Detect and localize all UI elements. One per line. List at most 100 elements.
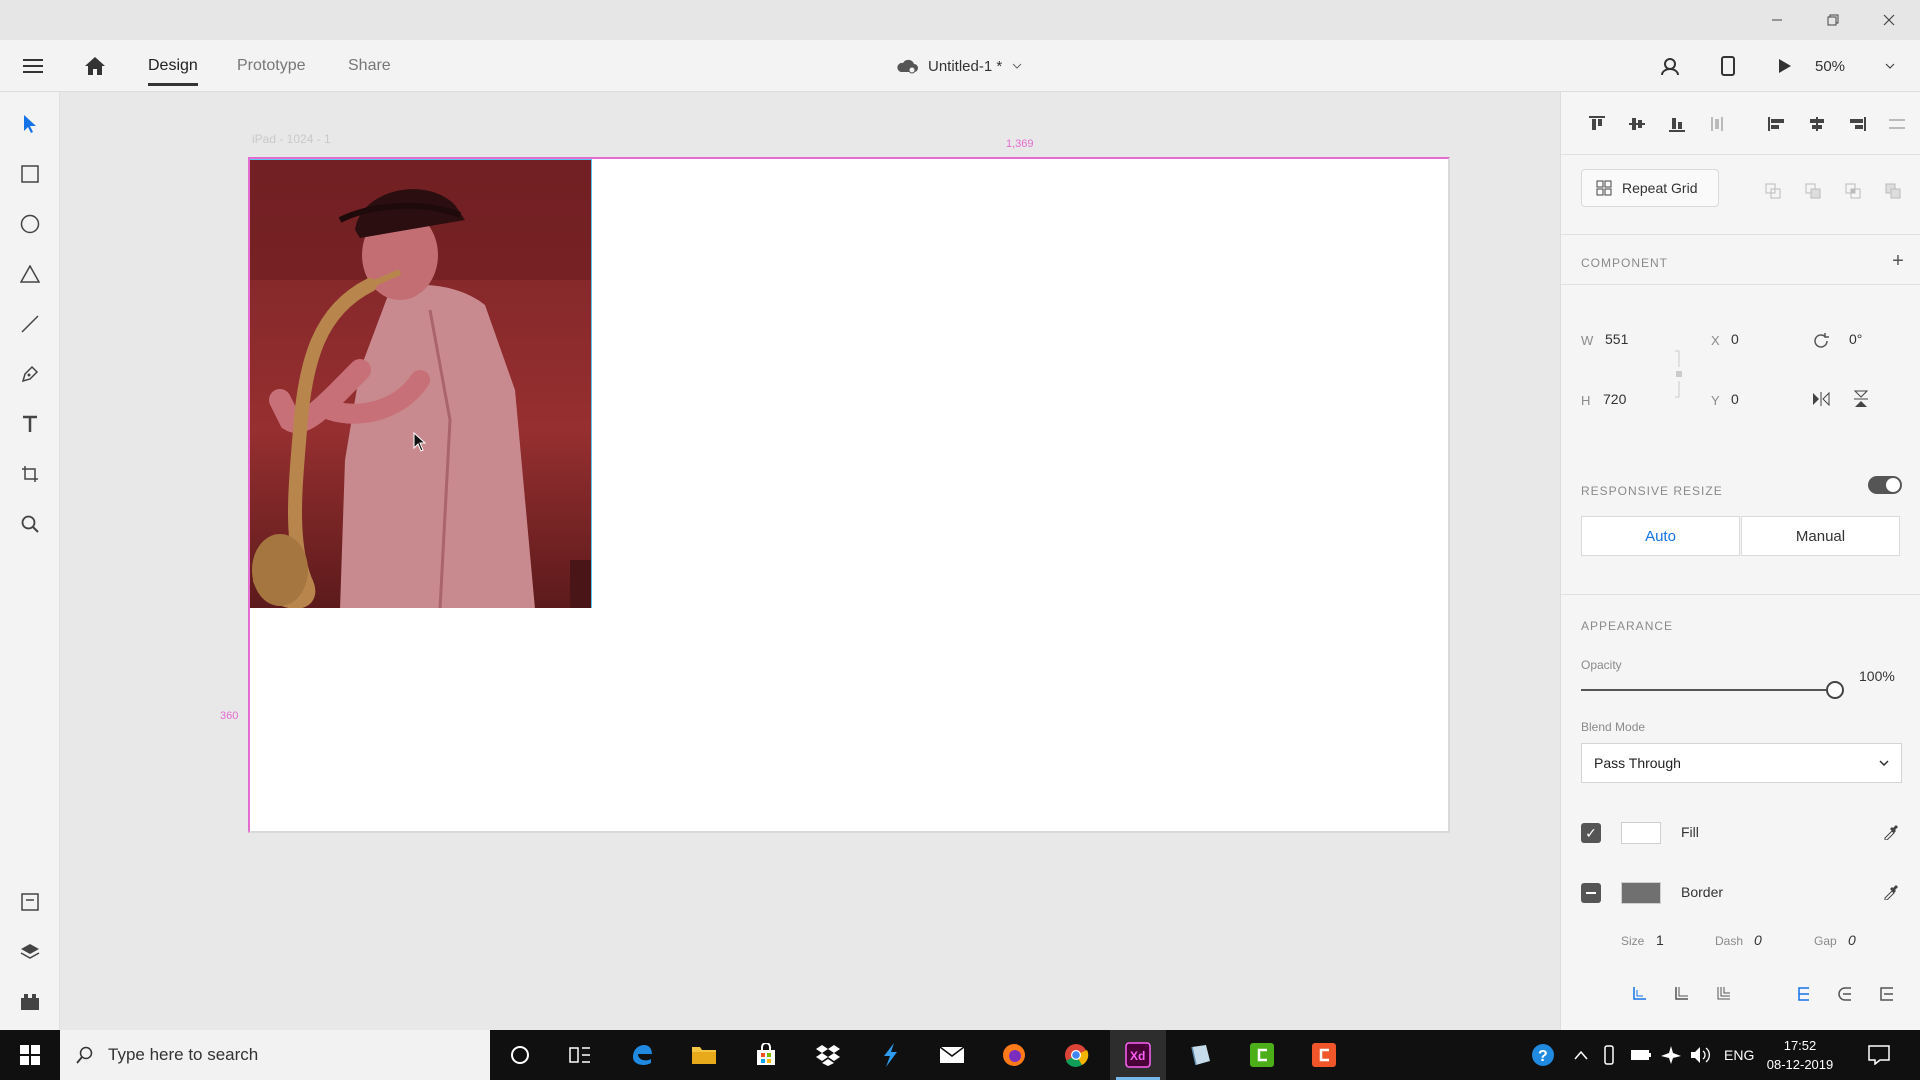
cap-round-button[interactable] xyxy=(1833,982,1857,1006)
distribute-vertical-button[interactable] xyxy=(1705,112,1729,136)
firefox-button[interactable] xyxy=(986,1030,1042,1080)
border-checkbox[interactable] xyxy=(1581,883,1601,903)
align-center-button[interactable] xyxy=(1805,112,1829,136)
plugins-panel-button[interactable] xyxy=(10,982,50,1022)
polygon-tool[interactable] xyxy=(10,254,50,294)
resize-auto-button[interactable]: Auto xyxy=(1581,516,1740,556)
responsive-resize-toggle[interactable] xyxy=(1868,476,1902,494)
share-user-button[interactable] xyxy=(1655,40,1685,92)
design-canvas[interactable]: iPad - 1024 - 1 1,369 360 xyxy=(60,92,1560,1030)
network-tray-icon[interactable] xyxy=(1660,1030,1682,1080)
show-hidden-icons-button[interactable] xyxy=(1574,1030,1588,1080)
lock-aspect-icon[interactable] xyxy=(1673,349,1685,399)
align-middle-button[interactable] xyxy=(1625,112,1649,136)
battery-tray-icon[interactable] xyxy=(1630,1030,1652,1080)
rectangle-tool[interactable] xyxy=(10,154,50,194)
dropbox-button[interactable] xyxy=(800,1030,856,1080)
text-tool[interactable] xyxy=(10,404,50,444)
repeat-grid-button[interactable]: Repeat Grid xyxy=(1581,169,1719,207)
tab-prototype[interactable]: Prototype xyxy=(237,40,305,92)
flip-horizontal-button[interactable] xyxy=(1810,389,1832,409)
opacity-slider-track[interactable] xyxy=(1581,689,1835,691)
align-top-button[interactable] xyxy=(1585,112,1609,136)
cap-butt-button[interactable] xyxy=(1791,982,1815,1006)
line-tool[interactable] xyxy=(10,304,50,344)
assets-panel-button[interactable] xyxy=(10,882,50,922)
zoom-tool[interactable] xyxy=(10,504,50,544)
taskbar-clock[interactable]: 17:52 08-12-2019 xyxy=(1755,1036,1845,1074)
volume-tray-icon[interactable] xyxy=(1690,1030,1712,1080)
fill-checkbox[interactable]: ✓ xyxy=(1581,823,1601,843)
rotation-input[interactable]: 0° xyxy=(1849,331,1862,347)
minimize-button[interactable] xyxy=(1754,0,1800,40)
distribute-horizontal-button[interactable] xyxy=(1885,112,1909,136)
fill-eyedropper-button[interactable] xyxy=(1879,820,1903,844)
close-button[interactable] xyxy=(1866,0,1912,40)
layers-panel-button[interactable] xyxy=(10,932,50,972)
resize-manual-button[interactable]: Manual xyxy=(1741,516,1900,556)
boolean-add-button[interactable] xyxy=(1761,181,1785,201)
cortana-button[interactable] xyxy=(492,1030,548,1080)
restore-button[interactable] xyxy=(1810,0,1856,40)
select-tool[interactable] xyxy=(10,104,50,144)
tab-share[interactable]: Share xyxy=(348,40,391,92)
property-inspector: Repeat Grid COMPONENT + W 551 H 720 X 0 … xyxy=(1560,92,1920,1030)
flip-vertical-icon xyxy=(1854,390,1868,407)
zoom-control[interactable]: 50% xyxy=(1815,40,1895,92)
store-button[interactable] xyxy=(738,1030,794,1080)
border-eyedropper-button[interactable] xyxy=(1879,880,1903,904)
border-center-button[interactable] xyxy=(1711,982,1735,1006)
artboard-tool[interactable] xyxy=(10,454,50,494)
boolean-exclude-button[interactable] xyxy=(1881,181,1905,201)
home-button[interactable] xyxy=(80,40,110,92)
boolean-intersect-button[interactable] xyxy=(1841,181,1865,201)
device-preview-button[interactable] xyxy=(1713,40,1743,92)
border-color-swatch[interactable] xyxy=(1621,882,1661,904)
language-indicator[interactable]: ENG xyxy=(1724,1030,1754,1080)
notes-app-button[interactable] xyxy=(1172,1030,1228,1080)
vs-code-button[interactable] xyxy=(862,1030,918,1080)
artboard-label[interactable]: iPad - 1024 - 1 xyxy=(252,132,331,146)
task-view-button[interactable] xyxy=(552,1030,608,1080)
artboard[interactable] xyxy=(248,157,1450,833)
chrome-button[interactable] xyxy=(1048,1030,1104,1080)
height-input[interactable]: 720 xyxy=(1603,391,1626,407)
edge-browser-button[interactable] xyxy=(614,1030,670,1080)
tab-design[interactable]: Design xyxy=(148,40,198,92)
border-gap-input[interactable]: 0 xyxy=(1848,932,1856,948)
camtasia-button[interactable] xyxy=(1234,1030,1290,1080)
border-size-input[interactable]: 1 xyxy=(1656,932,1664,948)
width-input[interactable]: 551 xyxy=(1605,331,1628,347)
pen-tool[interactable] xyxy=(10,354,50,394)
border-outer-button[interactable] xyxy=(1669,982,1693,1006)
usb-tray-icon[interactable] xyxy=(1603,1030,1615,1080)
notifications-button[interactable] xyxy=(1868,1030,1890,1080)
fill-color-swatch[interactable] xyxy=(1621,822,1661,844)
file-explorer-button[interactable] xyxy=(676,1030,732,1080)
play-preview-button[interactable] xyxy=(1770,40,1800,92)
x-input[interactable]: 0 xyxy=(1731,331,1739,347)
opacity-slider-handle[interactable] xyxy=(1826,681,1844,699)
recorder-button[interactable] xyxy=(1296,1030,1352,1080)
mail-button[interactable] xyxy=(924,1030,980,1080)
selected-image[interactable] xyxy=(250,159,592,608)
start-button[interactable] xyxy=(2,1030,58,1080)
boolean-subtract-button[interactable] xyxy=(1801,181,1825,201)
align-bottom-button[interactable] xyxy=(1665,112,1689,136)
y-input[interactable]: 0 xyxy=(1731,391,1739,407)
document-title[interactable]: Untitled-1 * xyxy=(896,40,1022,92)
ellipse-tool[interactable] xyxy=(10,204,50,244)
taskbar-search[interactable]: Type here to search xyxy=(60,1030,490,1080)
add-component-button[interactable]: + xyxy=(1886,249,1910,273)
border-inner-button[interactable] xyxy=(1627,982,1651,1006)
blend-mode-select[interactable]: Pass Through xyxy=(1581,743,1902,783)
cap-square-button[interactable] xyxy=(1875,982,1899,1006)
help-tray-icon[interactable]: ? xyxy=(1530,1030,1556,1080)
align-left-button[interactable] xyxy=(1765,112,1789,136)
opacity-value[interactable]: 100% xyxy=(1859,668,1895,684)
border-dash-input[interactable]: 0 xyxy=(1754,932,1762,948)
align-right-button[interactable] xyxy=(1845,112,1869,136)
adobe-xd-button[interactable]: Xd xyxy=(1110,1030,1166,1080)
hamburger-menu-button[interactable] xyxy=(18,40,48,92)
flip-vertical-button[interactable] xyxy=(1850,389,1872,409)
